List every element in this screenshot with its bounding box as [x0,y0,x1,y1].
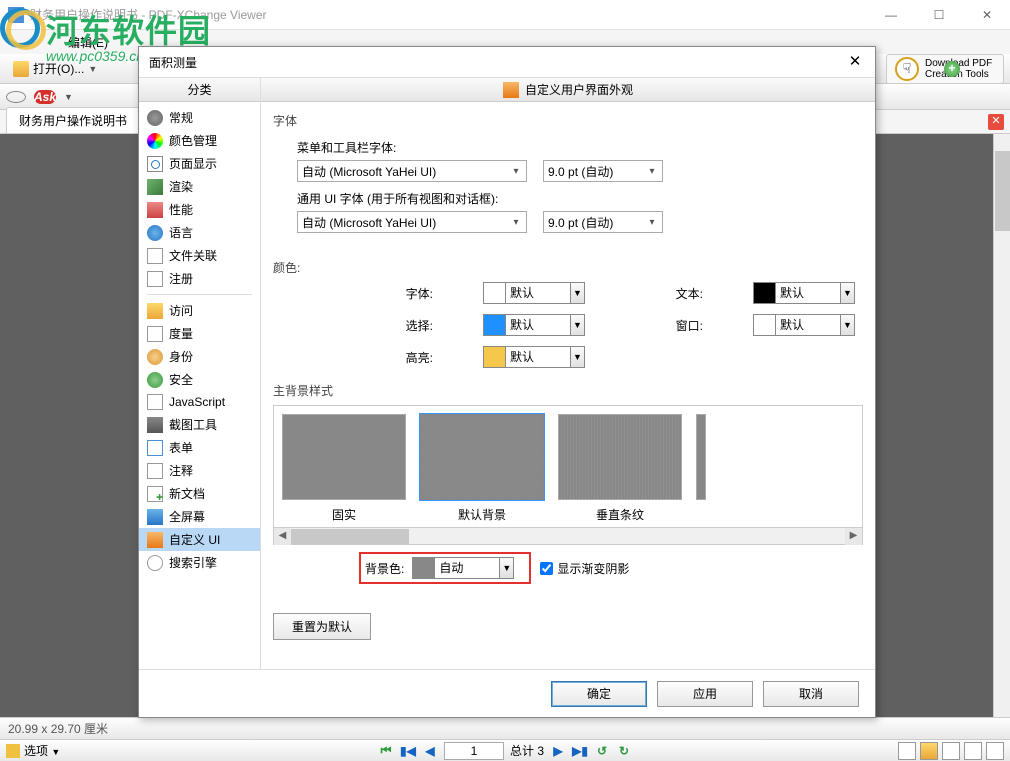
bg-color-label: 背景色: [365,560,404,577]
cat-sec[interactable]: 安全 [139,368,260,391]
color-text-label: 文本: [643,285,703,302]
dialog-titlebar: 面积测量 ✕ [139,47,875,77]
download-icon: ☟ [895,57,919,81]
scrollbar-vertical[interactable] [993,134,1010,717]
tab-close-button[interactable]: ✕ [988,114,1004,130]
open-button[interactable]: 打开(O)... ▼ [6,57,104,80]
cat-access[interactable]: 访问 [139,299,260,322]
cat-page[interactable]: 页面显示 [139,152,260,175]
bg-style-vertical[interactable]: 垂直条纹 [558,414,682,536]
apply-button[interactable]: 应用 [657,681,753,707]
category-header: 分类 [139,78,260,102]
cat-render[interactable]: 渲染 [139,175,260,198]
cat-snap[interactable]: 截图工具 [139,413,260,436]
bg-color-combo[interactable]: 自动▼ [412,557,514,579]
window-title: 财务用户操作说明书 - PDF-XChange Viewer [30,6,267,23]
layout-facing-icon[interactable] [964,742,982,760]
menu-edit[interactable]: 编辑(E) [60,32,116,53]
cat-measure[interactable]: 度量 [139,322,260,345]
color-text-combo[interactable]: 默认▼ [753,282,855,304]
font-menu-size-combo[interactable]: 9.0 pt (自动)▾ [543,160,663,182]
font-ui-size-combo[interactable]: 9.0 pt (自动)▾ [543,211,663,233]
font-ui-label: 通用 UI 字体 (用于所有视图和对话框): [297,190,863,207]
page-size: 20.99 x 29.70 厘米 [8,720,108,737]
cat-newdoc[interactable]: 新文档 [139,482,260,505]
nav-first-icon[interactable]: ⏮ [378,743,394,759]
cat-general[interactable]: 常规 [139,106,260,129]
nav-bar: 选项 ▼ ⏮ ▮◀ ◀ 总计 3 ▶ ▶▮ ↺ ↻ [0,739,1010,761]
cat-id[interactable]: 身份 [139,345,260,368]
zoom-out-icon[interactable] [898,742,916,760]
preferences-dialog: 面积测量 ✕ 分类 常规 颜色管理 页面显示 渲染 性能 语言 文件关联 注册 … [138,46,876,718]
color-highlight-combo[interactable]: 默认▼ [483,346,585,368]
maximize-button[interactable]: ☐ [924,8,954,22]
layout-cont-icon[interactable] [942,742,960,760]
cat-search[interactable]: 搜索引擎 [139,551,260,574]
color-select-combo[interactable]: 默认▼ [483,314,585,336]
close-button[interactable]: ✕ [972,8,1002,22]
minimize-button[interactable]: — [876,8,906,22]
cat-js[interactable]: JavaScript [139,391,260,413]
page-input[interactable] [444,742,504,760]
font-ui-combo[interactable]: 自动 (Microsoft YaHei UI)▾ [297,211,527,233]
options-button[interactable]: 选项 ▼ [24,742,60,759]
status-bar: 20.99 x 29.70 厘米 [0,717,1010,739]
page-total-label: 总计 3 [510,742,544,759]
color-font-label: 字体: [373,285,433,302]
cat-perf[interactable]: 性能 [139,198,260,221]
color-group-label: 颜色: [273,259,863,276]
bg-style-default[interactable]: 默认背景 [420,414,544,536]
cat-lang[interactable]: 语言 [139,221,260,244]
nav-refresh-icon[interactable]: ↻ [616,743,632,759]
nav-prev-first-icon[interactable]: ▮◀ [400,743,416,759]
font-menu-label: 菜单和工具栏字体: [297,139,863,156]
cat-custom-ui[interactable]: 自定义 UI [139,528,260,551]
eye-icon[interactable] [6,91,26,103]
cat-form[interactable]: 表单 [139,436,260,459]
nav-next-last-icon[interactable]: ▶▮ [572,743,588,759]
cat-fullscreen[interactable]: 全屏幕 [139,505,260,528]
shadow-checkbox[interactable]: 显示渐变阴影 [540,560,629,577]
add-icon[interactable]: + [944,61,960,77]
dialog-footer: 确定 应用 取消 [139,669,875,717]
color-window-combo[interactable]: 默认▼ [753,314,855,336]
color-window-label: 窗口: [643,317,703,334]
cat-color[interactable]: 颜色管理 [139,129,260,152]
bg-scrollbar[interactable]: ◀▶ [274,527,862,544]
color-select-label: 选择: [373,317,433,334]
nav-last-icon[interactable]: ↺ [594,743,610,759]
color-highlight-label: 高亮: [373,349,433,366]
bg-style-list: 固实 默认背景 垂直条纹 ◀▶ [273,405,863,545]
folder-icon [13,61,29,77]
ask-icon[interactable]: Ask [34,90,56,104]
font-group-label: 字体 [273,112,863,129]
cat-assoc[interactable]: 文件关联 [139,244,260,267]
color-font-combo[interactable]: 默认▼ [483,282,585,304]
reset-button[interactable]: 重置为默认 [273,613,371,640]
category-sidebar: 分类 常规 颜色管理 页面显示 渲染 性能 语言 文件关联 注册 访问 度量 身… [139,78,261,669]
layout-single-icon[interactable] [920,742,938,760]
main-panel-header: 自定义用户界面外观 [261,78,875,102]
document-tab[interactable]: 财务用户操作说明书 [6,107,140,133]
window-titlebar: 财务用户操作说明书 - PDF-XChange Viewer — ☐ ✕ [0,0,1010,30]
nav-next-icon[interactable]: ▶ [550,743,566,759]
ok-button[interactable]: 确定 [551,681,647,707]
bg-group-label: 主背景样式 [273,382,863,399]
cancel-button[interactable]: 取消 [763,681,859,707]
cat-reg[interactable]: 注册 [139,267,260,290]
cat-comment[interactable]: 注释 [139,459,260,482]
ui-icon [503,82,519,98]
layout-facing-cont-icon[interactable] [986,742,1004,760]
app-icon [8,7,24,23]
bg-style-solid[interactable]: 固实 [282,414,406,536]
bg-style-more[interactable] [696,414,706,500]
dialog-close-button[interactable]: ✕ [845,52,865,72]
font-menu-combo[interactable]: 自动 (Microsoft YaHei UI)▾ [297,160,527,182]
nav-prev-icon[interactable]: ◀ [422,743,438,759]
flag-icon [6,744,20,758]
